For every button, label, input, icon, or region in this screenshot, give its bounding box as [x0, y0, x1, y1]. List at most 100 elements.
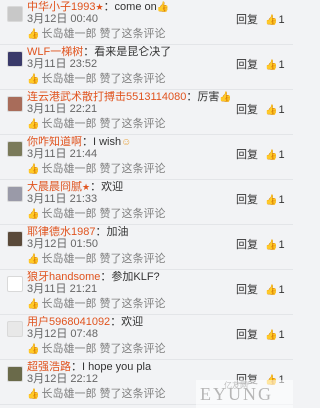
comment-time: 3月11日 22:21: [27, 103, 98, 115]
comment-text: ：参加KLF?: [100, 271, 160, 283]
comment-text: ：看来是昆仑决了: [83, 46, 172, 58]
avatar[interactable]: [7, 96, 23, 112]
comment-author-link[interactable]: 超强浩路: [27, 361, 71, 373]
like-count: 1: [278, 149, 285, 161]
thumb-up-icon: 👍: [265, 330, 278, 341]
vip-star-icon: ★: [82, 182, 91, 192]
comment-author-link[interactable]: 狼牙handsome: [27, 271, 100, 283]
comment-text: ：come on: [103, 1, 157, 13]
thumb-up-icon: 👍: [265, 15, 278, 26]
thumb-small-icon: 👍: [27, 344, 40, 355]
comment-time: 3月11日 21:44: [27, 148, 98, 160]
comment-author-link[interactable]: 耶律德水1987: [27, 226, 95, 238]
liked-by-text: 长岛雄一郎 赞了这条评论: [41, 208, 166, 220]
reply-button[interactable]: 回复: [236, 329, 258, 342]
comment-text: ：厉害: [186, 91, 220, 103]
liked-by-line: 👍 长岛雄一郎 赞了这条评论: [27, 118, 166, 131]
comment-item: WLF一梯树：看来是昆仑决了 3月11日 23:52 👍 长岛雄一郎 赞了这条评论…: [0, 45, 293, 90]
liked-by-text: 长岛雄一郎 赞了这条评论: [41, 253, 166, 265]
liked-by-line: 👍 长岛雄一郎 赞了这条评论: [27, 208, 166, 221]
comment-text: ：加油: [95, 226, 129, 238]
comment-time: 3月12日 22:12: [27, 373, 98, 385]
reply-button[interactable]: 回复: [236, 284, 258, 297]
avatar[interactable]: [7, 186, 23, 202]
emoji-icon: ☺: [121, 137, 132, 148]
comment-author-link[interactable]: 用户5968041092: [27, 316, 110, 328]
liked-by-text: 长岛雄一郎 赞了这条评论: [41, 163, 166, 175]
comment-text: ：I wish: [82, 136, 122, 148]
avatar[interactable]: [7, 6, 23, 22]
comment-item: 耶律德水1987：加油 3月12日 01:50 👍 长岛雄一郎 赞了这条评论 回复…: [0, 225, 293, 270]
like-count: 1: [278, 239, 285, 251]
comment-time: 3月12日 01:50: [27, 238, 98, 250]
comment-item: 狼牙handsome：参加KLF? 3月11日 21:21 👍 长岛雄一郎 赞了这…: [0, 270, 293, 315]
comment-item: 你咋知道啊：I wish☺ 3月11日 21:44 👍 长岛雄一郎 赞了这条评论 …: [0, 135, 293, 180]
thumb-small-icon: 👍: [27, 209, 40, 220]
liked-by-line: 👍 长岛雄一郎 赞了这条评论: [27, 388, 166, 401]
comment-list: 中华小子1993★：come on👍 3月12日 00:40 👍 长岛雄一郎 赞了…: [0, 0, 293, 405]
thumb-up-icon: 👍: [265, 60, 278, 71]
reply-button[interactable]: 回复: [236, 14, 258, 27]
comment-item: 大晨晨冏腻★：欢迎 3月11日 21:33 👍 长岛雄一郎 赞了这条评论 回复 👍…: [0, 180, 293, 225]
like-button[interactable]: 👍1: [265, 149, 285, 162]
liked-by-line: 👍 长岛雄一郎 赞了这条评论: [27, 163, 166, 176]
liked-by-text: 长岛雄一郎 赞了这条评论: [41, 388, 166, 400]
thumb-small-icon: 👍: [27, 74, 40, 85]
reply-button[interactable]: 回复: [236, 104, 258, 117]
like-button[interactable]: 👍1: [265, 239, 285, 252]
vip-star-icon: ★: [95, 2, 104, 12]
comment-text: ：I hope you pla: [71, 361, 152, 373]
liked-by-text: 长岛雄一郎 赞了这条评论: [41, 343, 166, 355]
avatar[interactable]: [7, 51, 23, 67]
comment-author-link[interactable]: 你咋知道啊: [27, 136, 82, 148]
thumb-up-icon: 👍: [265, 240, 278, 251]
like-count: 1: [278, 284, 285, 296]
comment-text: ：欢迎: [90, 181, 124, 193]
comment-author-link[interactable]: WLF一梯树: [27, 46, 83, 58]
avatar[interactable]: [7, 141, 23, 157]
thumb-up-icon: 👍: [265, 195, 278, 206]
watermark: 亿友网 EYUNG: [196, 380, 293, 408]
like-count: 1: [278, 329, 285, 341]
like-button[interactable]: 👍1: [265, 59, 285, 72]
comment-item: 中华小子1993★：come on👍 3月12日 00:40 👍 长岛雄一郎 赞了…: [0, 0, 293, 45]
like-button[interactable]: 👍1: [265, 329, 285, 342]
like-count: 1: [278, 104, 285, 116]
like-button[interactable]: 👍1: [265, 284, 285, 297]
like-button[interactable]: 👍1: [265, 14, 285, 27]
liked-by-text: 长岛雄一郎 赞了这条评论: [41, 298, 166, 310]
comment-time: 3月12日 00:40: [27, 13, 98, 25]
comment-time: 3月12日 07:48: [27, 328, 98, 340]
reply-button[interactable]: 回复: [236, 194, 258, 207]
like-count: 1: [278, 14, 285, 26]
reply-button[interactable]: 回复: [236, 239, 258, 252]
like-count: 1: [278, 59, 285, 71]
thumb-up-icon: 👍: [265, 105, 278, 116]
reply-button[interactable]: 回复: [236, 59, 258, 72]
comment-item: 用户5968041092：欢迎 3月12日 07:48 👍 长岛雄一郎 赞了这条评…: [0, 315, 293, 360]
comment-author-link[interactable]: 大晨晨冏腻: [27, 181, 82, 193]
comment-time: 3月11日 21:21: [27, 283, 98, 295]
avatar[interactable]: [7, 321, 23, 337]
thumb-small-icon: 👍: [27, 254, 40, 265]
emoji-icon: 👍: [156, 2, 170, 13]
comment-author-link[interactable]: 连云港武术散打搏击5513114080: [27, 91, 186, 103]
comment-item: 连云港武术散打搏击5513114080：厉害👍 3月11日 22:21 👍 长岛雄…: [0, 90, 293, 135]
liked-by-text: 长岛雄一郎 赞了这条评论: [41, 73, 166, 85]
liked-by-line: 👍 长岛雄一郎 赞了这条评论: [27, 298, 166, 311]
liked-by-text: 长岛雄一郎 赞了这条评论: [41, 28, 166, 40]
comment-author-link[interactable]: 中华小子1993: [27, 1, 95, 13]
like-count: 1: [278, 194, 285, 206]
avatar[interactable]: [7, 231, 23, 247]
thumb-small-icon: 👍: [27, 119, 40, 130]
liked-by-text: 长岛雄一郎 赞了这条评论: [41, 118, 166, 130]
avatar[interactable]: [7, 366, 23, 382]
reply-button[interactable]: 回复: [236, 149, 258, 162]
like-button[interactable]: 👍1: [265, 104, 285, 117]
thumb-up-icon: 👍: [265, 285, 278, 296]
avatar[interactable]: [7, 276, 23, 292]
comment-time: 3月11日 23:52: [27, 58, 98, 70]
like-button[interactable]: 👍1: [265, 194, 285, 207]
liked-by-line: 👍 长岛雄一郎 赞了这条评论: [27, 253, 166, 266]
thumb-small-icon: 👍: [27, 299, 40, 310]
